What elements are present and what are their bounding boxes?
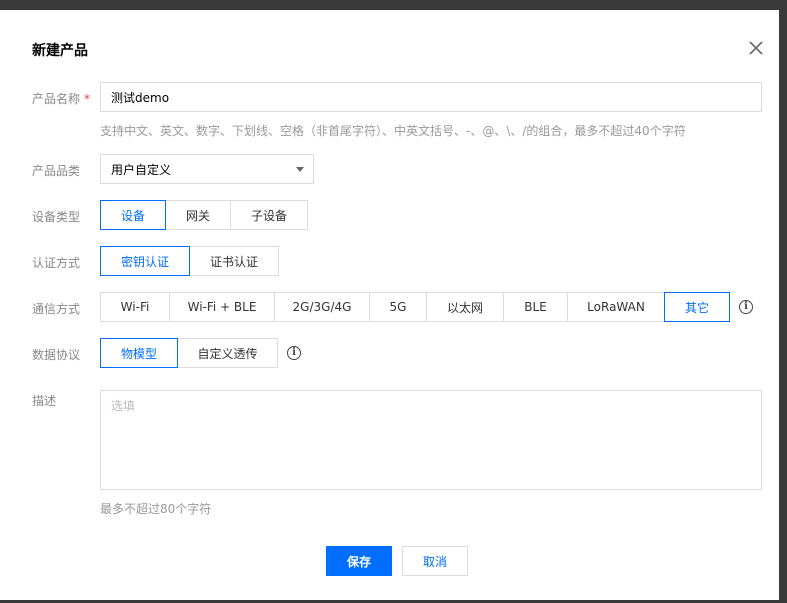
description-hint: 最多不超过80个字符 (100, 502, 212, 516)
product-name-value: 测试demo (111, 90, 170, 105)
protocol-option-model[interactable]: 物模型 (100, 338, 178, 368)
device-type-label: 设备类型 (32, 210, 81, 224)
comm-option-lorawan[interactable]: LoRaWAN (567, 292, 665, 322)
required-mark: * (84, 92, 91, 106)
comm-option-5g[interactable]: 5G (369, 292, 427, 322)
auth-option-key[interactable]: 密钥认证 (100, 246, 190, 276)
auth-label: 认证方式 (32, 256, 81, 270)
dialog-title: 新建产品 (32, 43, 88, 59)
description-placeholder: 选填 (111, 399, 136, 413)
protocol-option-custom[interactable]: 自定义透传 (177, 338, 278, 368)
info-icon[interactable]: i (739, 300, 753, 314)
category-label: 产品品类 (32, 164, 81, 178)
device-type-option-gateway[interactable]: 网关 (165, 200, 231, 230)
comm-option-wifi-ble[interactable]: Wi-Fi + BLE (169, 292, 275, 322)
device-type-option-subdevice[interactable]: 子设备 (230, 200, 308, 230)
product-name-label-text: 产品名称 (32, 92, 81, 106)
cancel-button[interactable]: 取消 (402, 546, 468, 576)
category-value: 用户自定义 (111, 162, 172, 177)
save-button[interactable]: 保存 (326, 546, 392, 576)
comm-group: Wi-Fi Wi-Fi + BLE 2G/3G/4G 5G 以太网 BLE Lo… (100, 292, 730, 322)
comm-option-ethernet[interactable]: 以太网 (426, 292, 504, 322)
info-icon[interactable]: i (287, 346, 301, 360)
device-type-group: 设备 网关 子设备 (100, 200, 308, 230)
protocol-group: 物模型 自定义透传 (100, 338, 278, 368)
description-textarea[interactable]: 选填 (100, 390, 762, 490)
comm-option-wifi[interactable]: Wi-Fi (100, 292, 170, 322)
product-name-label: 产品名称 * (32, 90, 90, 107)
comm-label: 通信方式 (32, 302, 81, 316)
chevron-down-icon (296, 167, 304, 172)
comm-option-other[interactable]: 其它 (664, 292, 730, 322)
product-name-hint: 支持中文、英文、数字、下划线、空格（非首尾字符）、中英文括号、-、@、\、/的组… (100, 124, 686, 138)
comm-option-cellular[interactable]: 2G/3G/4G (274, 292, 370, 322)
new-product-dialog: 新建产品 产品名称 * 测试demo 支持中文、英文、数字、下划线、空格（非首尾字… (0, 10, 779, 600)
comm-option-ble[interactable]: BLE (503, 292, 568, 322)
product-name-input[interactable]: 测试demo (100, 82, 762, 112)
auth-option-cert[interactable]: 证书认证 (189, 246, 279, 276)
device-type-option-device[interactable]: 设备 (100, 200, 166, 230)
category-select[interactable]: 用户自定义 (100, 154, 314, 184)
close-icon[interactable] (746, 38, 766, 58)
auth-group: 密钥认证 证书认证 (100, 246, 279, 276)
description-label: 描述 (32, 394, 57, 408)
protocol-label: 数据协议 (32, 348, 81, 362)
